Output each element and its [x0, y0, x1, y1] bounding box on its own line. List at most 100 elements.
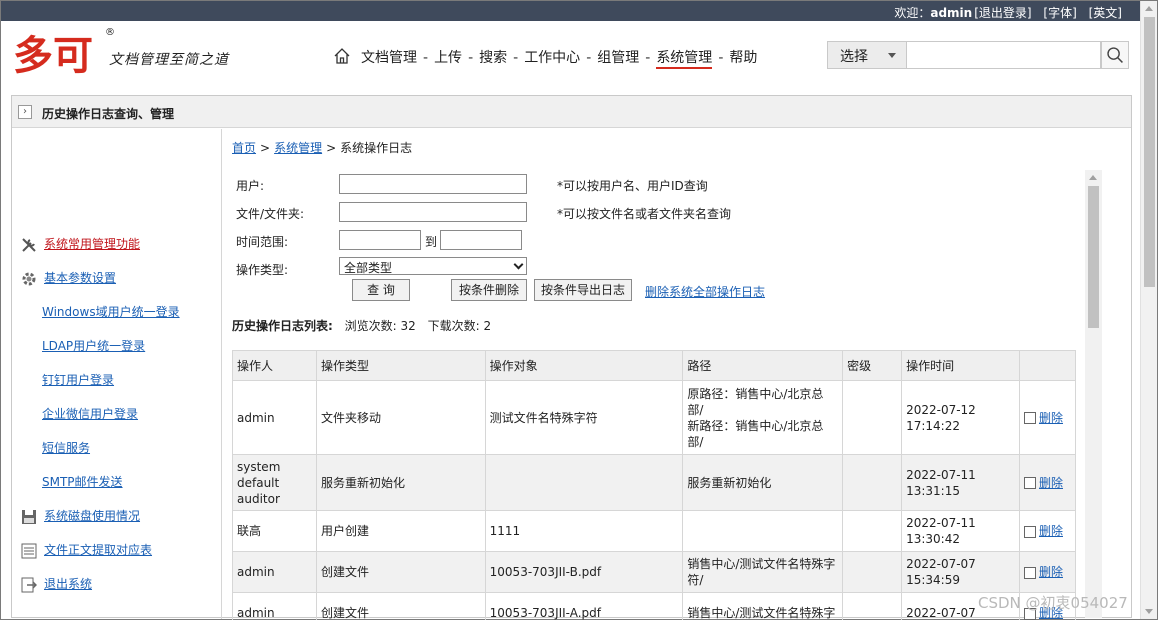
window-scrollbar[interactable]	[1140, 1, 1157, 619]
row-checkbox[interactable]	[1023, 477, 1036, 489]
row-checkbox[interactable]	[1023, 412, 1036, 424]
col-op-time: 操作时间	[901, 350, 1020, 381]
home-icon[interactable]	[333, 47, 351, 65]
nav-separator: -	[513, 50, 519, 66]
search-input[interactable]	[907, 41, 1101, 69]
content-panel: › 历史操作日志查询、管理 系统常用管理功能 基本参数设置 Windows域用户…	[11, 95, 1132, 620]
query-button[interactable]: 查 询	[352, 279, 410, 301]
time-from-field[interactable]	[339, 230, 421, 250]
download-count: 下载次数: 2	[427, 319, 492, 333]
caret-down-icon	[888, 53, 896, 58]
sidebar-item-label[interactable]: 系统磁盘使用情况	[44, 509, 140, 523]
time-range-label: 时间范围:	[236, 235, 289, 249]
browse-count: 浏览次数: 32	[344, 319, 416, 333]
scroll-up-icon[interactable]	[1145, 6, 1153, 11]
chevron-down-icon	[513, 259, 524, 270]
scroll-thumb[interactable]	[1144, 17, 1155, 287]
sidebar-item-basic-params[interactable]: 基本参数设置	[20, 269, 116, 287]
sidebar-item-ldap-login[interactable]: LDAP用户统一登录	[42, 337, 145, 355]
cell-op-object: 测试文件名特殊字符	[484, 380, 684, 455]
sidebar-item-label[interactable]: SMTP邮件发送	[42, 475, 123, 489]
delete-link[interactable]: 删除	[1039, 411, 1063, 425]
main-content: 首页 > 系统管理 > 系统操作日志 用户: *可以按用户名、用户ID查询 文件/文件夹…	[232, 129, 1090, 620]
time-to-field[interactable]	[440, 230, 522, 250]
search-scope-select[interactable]: 选择	[827, 41, 907, 69]
cell-level	[842, 510, 903, 552]
cell-operator: admin	[232, 551, 317, 593]
sidebar-item-label[interactable]: 系统常用管理功能	[44, 237, 140, 251]
sidebar-item-label[interactable]: 基本参数设置	[44, 271, 116, 285]
cell-op-type: 文件夹移动	[315, 380, 486, 455]
search-button[interactable]	[1101, 41, 1129, 69]
file-hint: *可以按文件名或者文件夹名查询	[557, 207, 732, 221]
nav-work-center[interactable]: 工作中心	[524, 50, 580, 66]
registered-mark-icon: ®	[105, 27, 115, 38]
nav-system-manage[interactable]: 系统管理	[656, 50, 713, 69]
sidebar-item-windows-login[interactable]: Windows域用户统一登录	[42, 303, 180, 321]
sidebar-item-wecom-login[interactable]: 企业微信用户登录	[42, 405, 138, 423]
delete-all-logs-link[interactable]: 删除系统全部操作日志	[645, 283, 765, 300]
disk-icon	[22, 509, 36, 524]
delete-link[interactable]: 删除	[1039, 565, 1063, 579]
scroll-thumb[interactable]	[1088, 186, 1099, 328]
sidebar-item-exit[interactable]: 退出系统	[20, 575, 92, 593]
sidebar-item-label[interactable]: Windows域用户统一登录	[42, 305, 180, 319]
nav-upload[interactable]: 上传	[434, 50, 462, 66]
cell-op-time: 2022-07-11 13:30:42	[901, 510, 1020, 552]
export-by-condition-button[interactable]: 按条件导出日志	[534, 279, 632, 301]
nav-separator: -	[645, 50, 651, 66]
nav-group-manage[interactable]: 组管理	[597, 50, 639, 66]
delete-link[interactable]: 删除	[1039, 524, 1063, 538]
logout-link[interactable]: [退出登录]	[974, 6, 1031, 20]
nav-help[interactable]: 帮助	[729, 50, 757, 66]
sidebar-item-common-functions[interactable]: 系统常用管理功能	[20, 235, 140, 253]
cell-path: 销售中心/测试文件名特殊字	[682, 592, 844, 620]
log-list-title: 历史操作日志列表:	[232, 319, 333, 333]
cell-path: 销售中心/测试文件名特殊字符/	[682, 551, 844, 593]
scroll-up-icon[interactable]	[1089, 175, 1097, 180]
delete-by-condition-button[interactable]: 按条件删除	[451, 279, 527, 301]
row-checkbox[interactable]	[1023, 566, 1036, 579]
sidebar-item-label[interactable]: 企业微信用户登录	[42, 407, 138, 421]
slogan: 文档管理至简之道	[109, 52, 229, 68]
sidebar: 系统常用管理功能 基本参数设置 Windows域用户统一登录 LDAP用户统一登…	[12, 129, 222, 619]
sidebar-item-sms[interactable]: 短信服务	[42, 439, 90, 457]
breadcrumb-home[interactable]: 首页	[232, 141, 256, 155]
sidebar-item-label[interactable]: LDAP用户统一登录	[42, 339, 145, 353]
sidebar-item-label[interactable]: 文件正文提取对应表	[44, 543, 152, 557]
english-link[interactable]: [英文]	[1089, 6, 1122, 20]
cell-op-object: 10053-703JII-B.pdf	[484, 551, 684, 593]
nav-doc-manage[interactable]: 文档管理	[361, 50, 417, 66]
sidebar-item-dingtalk-login[interactable]: 钉钉用户登录	[42, 371, 114, 389]
row-checkbox[interactable]	[1023, 525, 1036, 538]
table-row: 联高 用户创建 1111 2022-07-11 13:30:42 删除	[232, 510, 1077, 552]
sidebar-item-smtp[interactable]: SMTP邮件发送	[42, 473, 123, 491]
breadcrumb-system-manage[interactable]: 系统管理	[274, 141, 322, 155]
breadcrumb-current: 系统操作日志	[340, 141, 413, 155]
sidebar-item-disk-usage[interactable]: 系统磁盘使用情况	[20, 507, 140, 525]
sidebar-item-label[interactable]: 退出系统	[44, 577, 92, 591]
scroll-down-icon[interactable]	[1145, 609, 1153, 614]
sidebar-item-label[interactable]: 钉钉用户登录	[42, 373, 114, 387]
logo[interactable]: 多可	[13, 31, 101, 75]
current-user: admin	[930, 6, 973, 20]
nav-search[interactable]: 搜索	[479, 50, 507, 66]
op-type-value: 全部类型	[344, 261, 393, 275]
font-link[interactable]: [字体]	[1043, 6, 1076, 20]
top-bar: 欢迎：admin [退出登录] [字体] [英文]	[1, 1, 1140, 21]
table-row: system default auditor 服务重新初始化 服务重新初始化 2…	[232, 454, 1077, 511]
sidebar-item-text-extract[interactable]: 文件正文提取对应表	[20, 541, 152, 559]
col-op-type: 操作类型	[315, 350, 486, 381]
sidebar-item-label[interactable]: 短信服务	[42, 441, 90, 455]
user-field[interactable]	[339, 174, 527, 194]
header: 多可 ® 文档管理至简之道 文档管理 - 上传 - 搜索 - 工作中心 - 组管理 - 系统管理 - 帮…	[1, 21, 1140, 87]
watermark: CSDN @初衷054027	[978, 594, 1128, 612]
search-icon	[1107, 47, 1120, 60]
breadcrumb: 首页 > 系统管理 > 系统操作日志	[232, 139, 412, 156]
delete-link[interactable]: 删除	[1039, 476, 1063, 490]
content-scrollbar[interactable]	[1085, 170, 1102, 618]
welcome-label: 欢迎：	[894, 6, 931, 20]
expand-toggle-icon[interactable]: ›	[18, 105, 32, 119]
file-field[interactable]	[339, 202, 527, 222]
op-type-select[interactable]: 全部类型	[339, 257, 527, 275]
